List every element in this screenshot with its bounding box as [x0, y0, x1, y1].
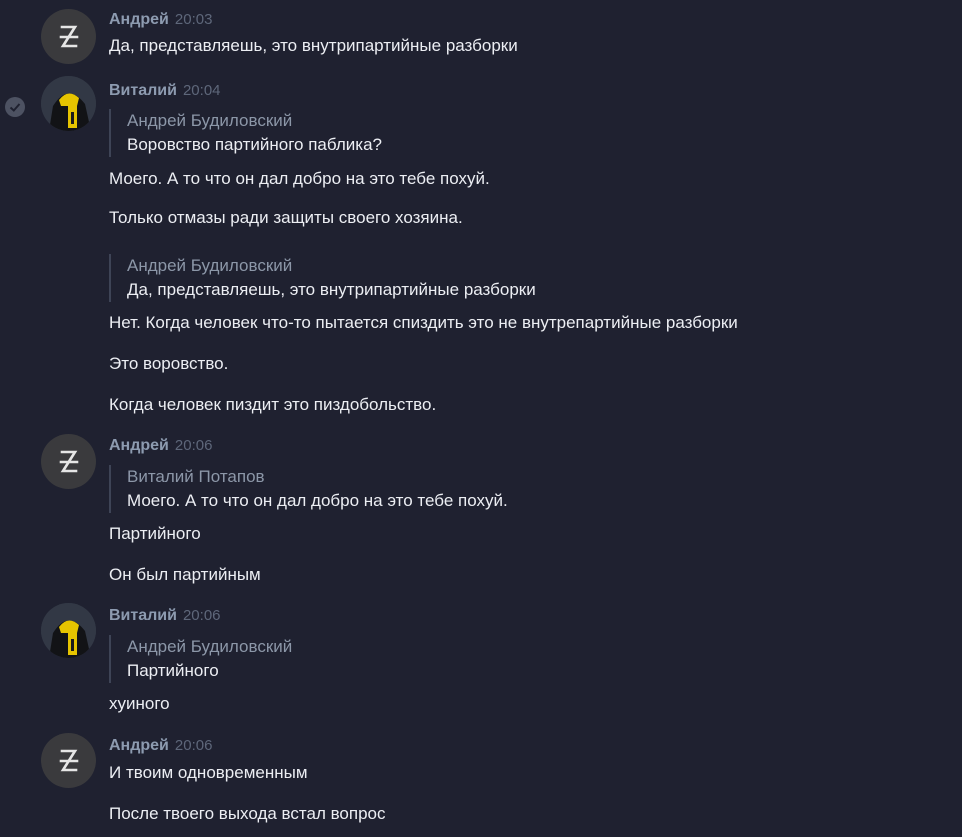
- message-text: Когда человек пиздит это пиздобольство.: [109, 395, 437, 414]
- checkmark-circle-icon: [5, 97, 25, 117]
- letter-z-logo-icon: [59, 749, 79, 772]
- avatar[interactable]: [41, 434, 96, 489]
- quote-author: Андрей Будиловский: [127, 111, 293, 130]
- author-name[interactable]: Виталий: [109, 82, 177, 99]
- message-time: 20:06: [182, 607, 221, 624]
- quote-text: Воровство партийного паблика?: [127, 135, 382, 154]
- avatar[interactable]: [41, 9, 96, 64]
- message-text: Он был партийным: [109, 565, 261, 584]
- message-header: Виталий 20:06: [109, 606, 221, 626]
- quoted-message[interactable]: Андрей Будиловский Воровство партийного …: [109, 109, 382, 157]
- quoted-message[interactable]: Виталий Потапов Моего. А то что он дал д…: [109, 465, 508, 513]
- quoted-message[interactable]: Андрей Будиловский Партийного: [109, 635, 292, 683]
- message-text: И твоим одновременным: [109, 763, 308, 782]
- avatar[interactable]: [41, 76, 96, 131]
- message-text: хуиного: [109, 694, 170, 713]
- message-text: Моего. А то что он дал добро на это тебе…: [109, 169, 490, 188]
- message-text: Только отмазы ради защиты своего хозяина…: [109, 208, 463, 227]
- author-name[interactable]: Виталий: [109, 607, 177, 624]
- message-text: Нет. Когда человек что-то пытается спизд…: [109, 313, 738, 332]
- hooded-figure-avatar-icon: [41, 603, 96, 658]
- message-header: Андрей 20:06: [109, 736, 212, 756]
- letter-z-logo-icon: [59, 450, 79, 473]
- author-name[interactable]: Андрей: [109, 11, 169, 28]
- message-header: Андрей 20:03: [109, 10, 212, 30]
- quote-author: Андрей Будиловский: [127, 256, 293, 275]
- message-header: Виталий 20:04: [109, 81, 221, 101]
- message-text: Это воровство.: [109, 354, 229, 373]
- message-header: Андрей 20:06: [109, 436, 212, 456]
- author-name[interactable]: Андрей: [109, 737, 169, 754]
- quote-text: Моего. А то что он дал добро на это тебе…: [127, 491, 508, 510]
- message-text: После твоего выхода встал вопрос: [109, 804, 386, 823]
- message-text: Да, представляешь, это внутрипартийные р…: [109, 36, 518, 55]
- message-time: 20:03: [174, 11, 213, 28]
- quote-text: Да, представляешь, это внутрипартийные р…: [127, 280, 536, 299]
- quote-text: Партийного: [127, 661, 219, 680]
- quoted-message[interactable]: Андрей Будиловский Да, представляешь, эт…: [109, 254, 536, 302]
- quote-author: Андрей Будиловский: [127, 637, 293, 656]
- author-name[interactable]: Андрей: [109, 437, 169, 454]
- quote-author: Виталий Потапов: [127, 467, 265, 486]
- hooded-figure-avatar-icon: [41, 76, 96, 131]
- message-time: 20:06: [174, 737, 213, 754]
- avatar[interactable]: [41, 733, 96, 788]
- message-time: 20:06: [174, 437, 213, 454]
- avatar[interactable]: [41, 603, 96, 658]
- message-time: 20:04: [182, 82, 221, 99]
- letter-z-logo-icon: [59, 25, 79, 48]
- message-text: Партийного: [109, 524, 201, 543]
